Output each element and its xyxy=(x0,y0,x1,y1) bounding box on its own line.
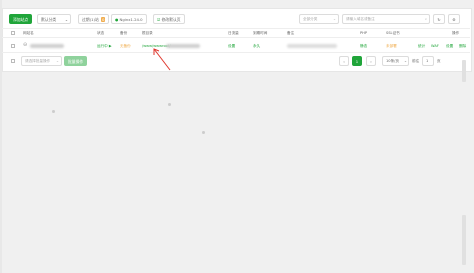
next-page-button[interactable]: › xyxy=(366,56,376,66)
category-filter-select[interactable]: 全部分类 ⌄ xyxy=(299,14,339,24)
chevron-down-icon: ⌄ xyxy=(55,59,59,63)
artifact-dot xyxy=(202,131,205,134)
ssl-status-link[interactable]: 未部署 xyxy=(386,44,397,49)
goto-label: 前往 xyxy=(412,59,420,63)
traffic-setting-link[interactable]: 设置 xyxy=(228,44,235,49)
page-number-input[interactable]: 1 xyxy=(422,56,434,66)
footer-select-checkbox[interactable] xyxy=(11,59,15,63)
col-status[interactable]: 状态 xyxy=(97,31,104,36)
select-all-checkbox[interactable] xyxy=(11,31,15,35)
col-remark: 备注 xyxy=(287,31,295,35)
edit-icon: ☑ xyxy=(157,17,161,22)
search-placeholder: 请输入域名或备注 xyxy=(346,17,375,21)
header-top-divider xyxy=(2,28,470,29)
nginx-status-icon: ● xyxy=(115,17,119,22)
annotation-arrow xyxy=(153,48,171,71)
category-label: 默认分类 xyxy=(41,17,57,22)
col-ssl[interactable]: SSL证书 xyxy=(386,31,400,36)
backup-link[interactable]: 无备份 xyxy=(120,44,131,49)
refresh-icon: ↻ xyxy=(437,17,441,22)
scrollbar[interactable] xyxy=(462,60,466,82)
scrollbar[interactable] xyxy=(462,215,466,265)
expired-button[interactable]: 过期(1)站 0 xyxy=(78,14,110,24)
category-select[interactable]: 默认分类 ⌄ xyxy=(37,14,71,24)
col-backup: 备份 xyxy=(120,31,128,35)
batch-operation-button[interactable]: 批量操作 xyxy=(64,56,88,66)
col-expire[interactable]: 到期时间 xyxy=(253,31,267,36)
col-php: PHP xyxy=(360,31,368,35)
artifact-dot xyxy=(168,103,171,106)
expired-badge: 0 xyxy=(101,17,106,22)
action-waf-link[interactable]: WAF xyxy=(431,44,439,48)
header-bottom-divider xyxy=(2,37,470,38)
chevron-right-icon: › xyxy=(370,59,372,64)
row-checkbox[interactable] xyxy=(11,44,15,48)
batch-placeholder: 请选择批量操作 xyxy=(25,59,51,63)
chevron-down-icon: ⌄ xyxy=(332,17,336,21)
status-running[interactable]: 运行中 ▶ xyxy=(97,44,112,49)
site-toggle-icon[interactable]: ⊖ xyxy=(23,42,27,48)
modify-default-label: 修改默认页 xyxy=(161,17,181,22)
settings-button[interactable]: ⚙ xyxy=(448,14,460,24)
modify-default-page-button[interactable]: ☑ 修改默认页 xyxy=(153,14,185,24)
chevron-left-icon: ‹ xyxy=(343,59,345,64)
search-icon: ⌕ xyxy=(424,17,427,21)
col-site-name[interactable]: 网站名 xyxy=(23,31,34,36)
site-name-redacted[interactable] xyxy=(30,44,64,48)
nginx-label: Nginx1.24.0 xyxy=(119,17,143,22)
page-number-value: 1 xyxy=(426,59,429,63)
col-root: 根目录 xyxy=(142,31,153,35)
category-filter-label: 全部分类 xyxy=(303,17,318,21)
page-1-button[interactable]: 1 xyxy=(352,56,362,66)
remark-redacted[interactable] xyxy=(287,44,337,48)
col-traffic: 日流量 xyxy=(228,31,239,35)
action-settings-link[interactable]: 设置 xyxy=(446,44,453,49)
action-stats-link[interactable]: 统计 xyxy=(418,44,425,49)
prev-page-button[interactable]: ‹ xyxy=(339,56,349,66)
chevron-down-icon: ⌄ xyxy=(64,17,68,22)
row-divider xyxy=(2,52,470,53)
php-version-link[interactable]: 静态 xyxy=(360,44,367,49)
gear-icon: ⚙ xyxy=(452,17,456,22)
per-page-select[interactable]: 10条/页 ⌄ xyxy=(382,56,409,66)
page-unit-label: 页 xyxy=(437,59,441,63)
search-input[interactable]: 请输入域名或备注 ⌕ xyxy=(342,14,430,24)
expire-link[interactable]: 永久 xyxy=(253,44,260,49)
chevron-down-icon: ⌄ xyxy=(403,59,407,63)
refresh-button[interactable]: ↻ xyxy=(433,14,445,24)
nginx-button[interactable]: ● Nginx1.24.0 xyxy=(111,14,147,24)
expired-label: 过期(1)站 xyxy=(82,17,99,22)
artifact-dot xyxy=(52,110,55,113)
add-site-button[interactable]: 添加站点 xyxy=(9,14,33,24)
batch-operation-select[interactable]: 请选择批量操作 ⌄ xyxy=(21,56,62,66)
action-delete-link[interactable]: 删除 xyxy=(459,44,466,49)
col-actions: 操作 xyxy=(452,31,460,35)
per-page-label: 10条/页 xyxy=(386,59,399,63)
